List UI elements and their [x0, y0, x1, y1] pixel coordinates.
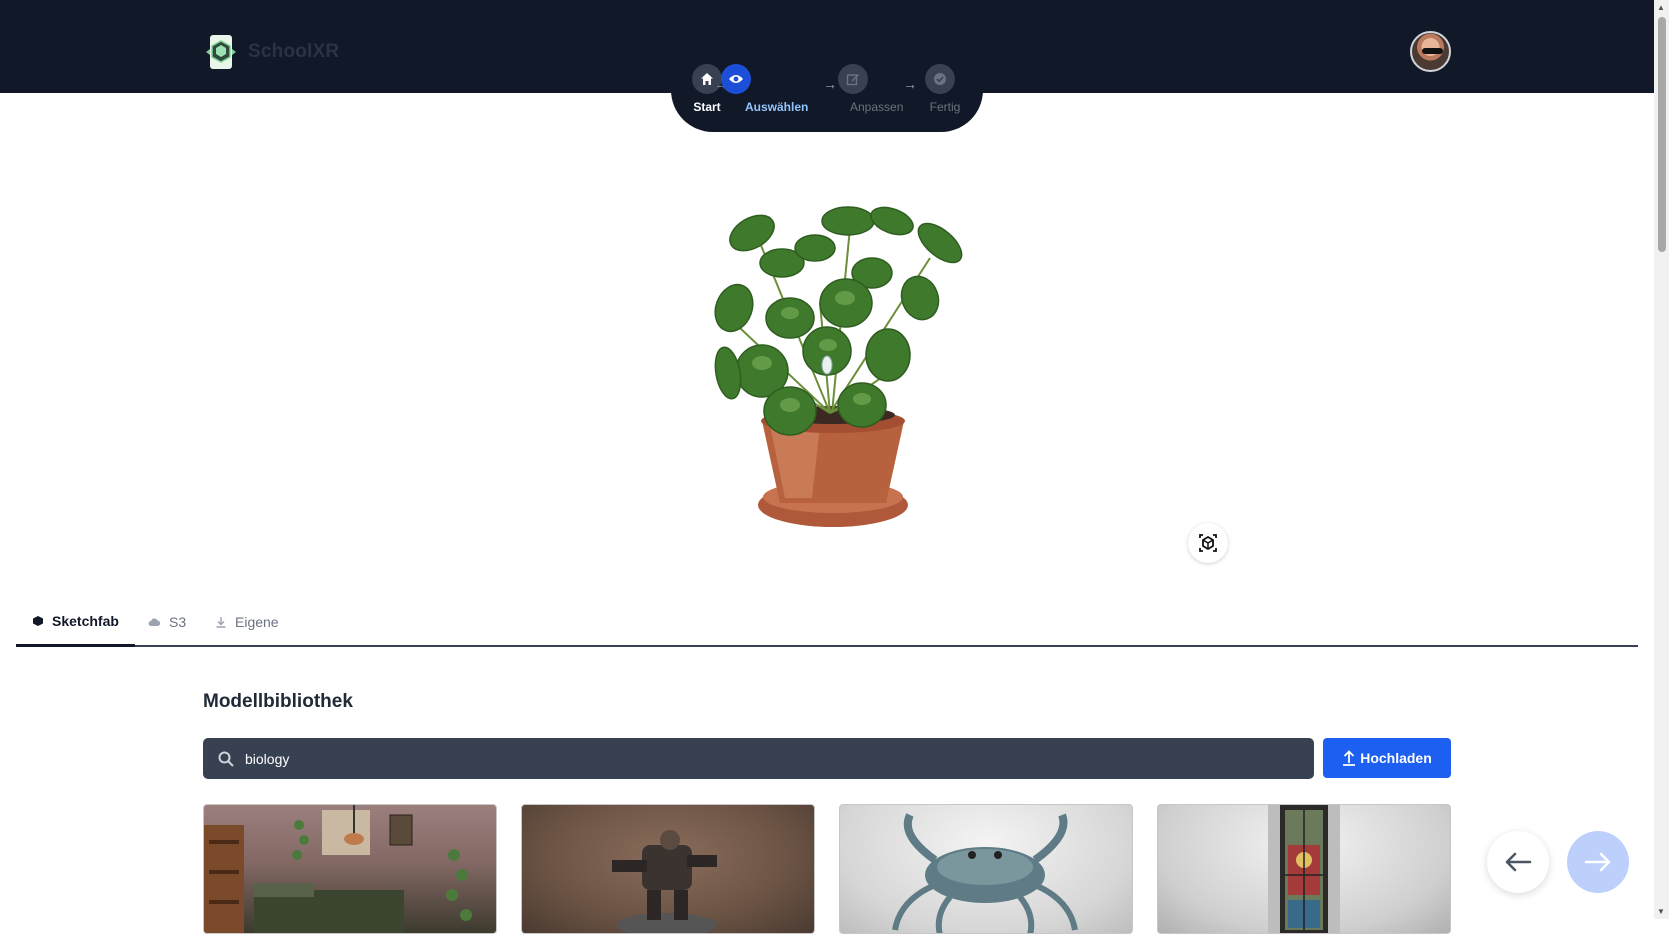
model-thumbnail: [892, 813, 1078, 933]
source-tabs: Sketchfab S3 Eigene: [16, 598, 1638, 647]
previous-button[interactable]: [1487, 831, 1549, 893]
tab-sketchfab[interactable]: Sketchfab: [16, 598, 135, 647]
page-scrollbar[interactable]: ▲ ▼: [1654, 0, 1669, 919]
model-viewer[interactable]: [0, 93, 1654, 573]
download-icon: [216, 616, 226, 628]
model-thumbnail: [204, 805, 472, 933]
next-button[interactable]: [1567, 831, 1629, 893]
ar-cube-icon: [1199, 534, 1217, 552]
brand[interactable]: SchoolXR: [204, 33, 339, 71]
library-title: Modellbibliothek: [203, 691, 353, 712]
model-card[interactable]: [521, 804, 815, 934]
scroll-down-icon[interactable]: ▼: [1657, 907, 1665, 916]
tab-label: Sketchfab: [52, 613, 119, 629]
upload-label: Hochladen: [1360, 750, 1432, 766]
search-icon: [218, 751, 234, 767]
cloud-icon: [148, 618, 161, 626]
check-circle-icon: [925, 64, 955, 94]
tab-s3[interactable]: S3: [132, 598, 202, 645]
upload-button[interactable]: Hochladen: [1323, 738, 1451, 778]
tab-own[interactable]: Eigene: [199, 598, 295, 645]
upload-icon: [1343, 750, 1356, 766]
avatar[interactable]: [1410, 31, 1451, 72]
cube-icon: [33, 616, 43, 626]
edit-icon: [838, 64, 868, 94]
eye-icon: [721, 64, 751, 94]
ar-view-button[interactable]: [1188, 523, 1228, 563]
search-bar[interactable]: [203, 738, 1314, 779]
model-card[interactable]: [1157, 804, 1451, 934]
scroll-thumb[interactable]: [1658, 17, 1666, 252]
model-card[interactable]: [203, 804, 497, 934]
tab-label: S3: [169, 613, 187, 630]
scroll-up-icon[interactable]: ▲: [1657, 3, 1665, 12]
brand-name: SchoolXR: [248, 41, 340, 62]
plant-model-preview: [714, 206, 963, 527]
model-thumbnail: [1268, 805, 1340, 933]
tab-label: Eigene: [235, 613, 279, 630]
schoolxr-logo-icon: [206, 35, 236, 69]
model-thumbnail: [612, 830, 717, 933]
model-card[interactable]: [839, 804, 1133, 934]
arrow-left-icon: [1505, 852, 1532, 872]
search-input[interactable]: [245, 750, 1285, 767]
arrow-right-icon: [1584, 852, 1611, 872]
